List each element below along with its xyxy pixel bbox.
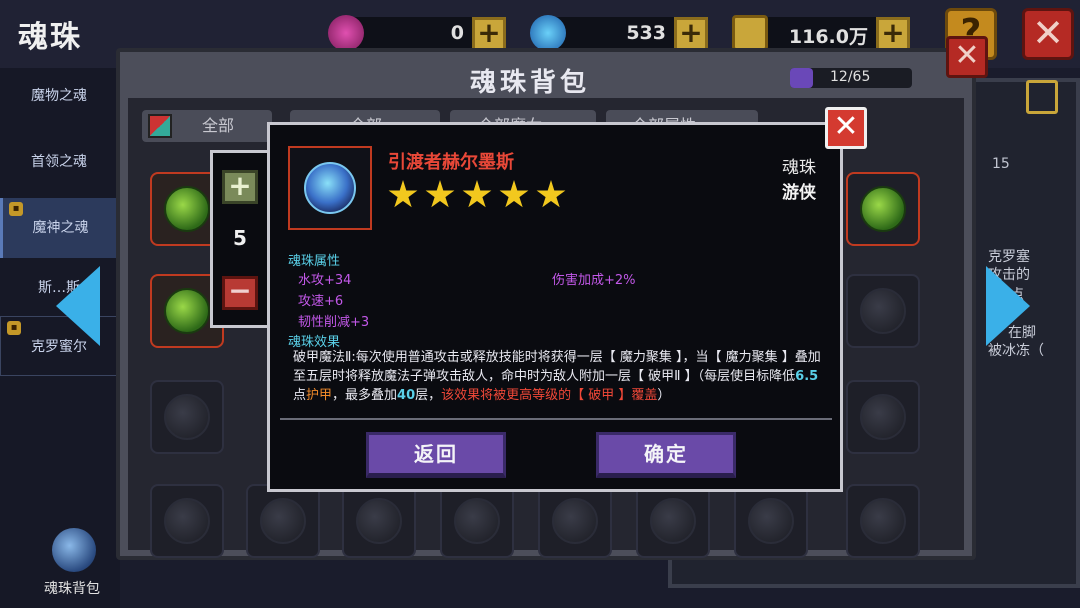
soul-slot[interactable]: [734, 484, 808, 558]
star-icon: [425, 180, 455, 208]
resource-pink-gem: 0 +: [328, 15, 506, 51]
soul-slot[interactable]: [150, 484, 224, 558]
add-blue-gem-button[interactable]: +: [674, 17, 708, 51]
item-icon-frame: [288, 146, 372, 230]
soul-slot[interactable]: [342, 484, 416, 558]
filter-label: 全部: [202, 116, 235, 135]
soul-slot[interactable]: [440, 484, 514, 558]
soul-slot[interactable]: [846, 484, 920, 558]
effect-value: 6.5: [795, 369, 819, 384]
soul-orb-icon: [748, 498, 794, 544]
divider: [280, 418, 832, 420]
confirm-button[interactable]: 确定: [596, 432, 736, 478]
resource-value: 533: [626, 22, 666, 44]
effect-text: ）: [657, 388, 671, 403]
soul-bag-label: 魂珠背包: [44, 581, 100, 597]
lock-icon: ▪: [7, 321, 21, 335]
prev-arrow-icon[interactable]: [56, 266, 100, 346]
filter-all[interactable]: 全部: [142, 110, 272, 142]
soul-orb-icon: [260, 498, 306, 544]
soul-orb-icon: [164, 394, 210, 440]
quantity-value: 5: [233, 226, 247, 250]
panel-number: 15: [992, 156, 1010, 172]
next-arrow-icon[interactable]: [986, 266, 1030, 346]
sidebar-item-boss-soul[interactable]: 首领之魂: [0, 132, 118, 192]
capacity-fill: [790, 68, 813, 88]
close-bag-button[interactable]: ✕: [946, 36, 988, 78]
soul-slot[interactable]: [538, 484, 612, 558]
soul-slot[interactable]: [636, 484, 710, 558]
capacity-text: 12/65: [830, 69, 871, 85]
resource-gold: 116.0万 +: [732, 15, 910, 51]
soul-slot[interactable]: [846, 274, 920, 348]
soul-orb-icon: [860, 498, 906, 544]
sidebar-item-label: 首领之魂: [31, 154, 87, 170]
soul-orb-icon: [164, 288, 210, 334]
battery-icon[interactable]: [1026, 80, 1058, 114]
soul-slot[interactable]: [846, 380, 920, 454]
add-pink-gem-button[interactable]: +: [472, 17, 506, 51]
page-title: 魂珠: [18, 20, 82, 55]
star-icon: [462, 180, 492, 208]
effect-text: ，最多叠加: [332, 388, 398, 403]
soul-slot[interactable]: [246, 484, 320, 558]
effect-value: 40: [397, 388, 416, 403]
soul-orb-icon: [454, 498, 500, 544]
panel-text-line: 克罗塞: [988, 249, 1030, 265]
star-rating: [388, 180, 573, 214]
attributes-heading: 魂珠属性: [288, 254, 341, 269]
effect-text: 层，: [415, 388, 442, 403]
sidebar-item-demon-soul[interactable]: ▪ 魔神之魂: [0, 198, 118, 258]
soul-orb-icon: [650, 498, 696, 544]
resource-value: 116.0万: [788, 26, 868, 48]
pink-gem-icon: [328, 15, 364, 51]
attribute-item: 韧性削减+3: [298, 315, 370, 330]
effect-warning: 该效果将被更高等级的【 破甲 】覆盖: [441, 388, 658, 403]
soul-bag-title: 魂珠背包: [470, 68, 591, 98]
attribute-item: 水攻+34: [298, 273, 352, 288]
add-gold-button[interactable]: +: [876, 17, 910, 51]
attribute-item: 攻速+6: [298, 294, 344, 309]
item-class: 游侠: [782, 183, 816, 203]
blue-gem-icon: [530, 15, 566, 51]
soul-bag-icon[interactable]: [52, 528, 96, 572]
item-type: 魂珠: [782, 158, 816, 178]
effect-keyword: 护甲: [306, 388, 333, 403]
resource-blue-gem: 533 +: [530, 15, 708, 51]
star-icon: [536, 180, 566, 208]
star-icon: [499, 180, 529, 208]
star-icon: [388, 180, 418, 208]
resource-value: 0: [450, 22, 464, 44]
gold-chest-icon: [732, 15, 768, 51]
decrease-quantity-button[interactable]: −: [222, 276, 258, 310]
back-button[interactable]: 返回: [366, 432, 506, 478]
soul-slot[interactable]: [150, 380, 224, 454]
close-page-button[interactable]: ✕: [1022, 8, 1074, 60]
attribute-item: 伤害加成+2%: [552, 273, 636, 288]
effect-text: 点: [293, 388, 307, 403]
increase-quantity-button[interactable]: +: [222, 170, 258, 204]
soul-orb-icon: [860, 186, 906, 232]
item-name: 引渡者赫尔墨斯: [388, 152, 514, 173]
sidebar-item-label: 魔物之魂: [31, 88, 87, 104]
capacity-bar: 12/65: [790, 68, 912, 88]
lock-icon: ▪: [9, 202, 23, 216]
soul-orb-icon: [552, 498, 598, 544]
soul-slot[interactable]: [846, 172, 920, 246]
filter-icon: [148, 114, 172, 138]
soul-orb-icon: [356, 498, 402, 544]
soul-orb-icon: [860, 394, 906, 440]
effect-description: 破甲魔法Ⅱ:每次使用普通攻击或释放技能时将获得一层【 魔力聚集 】，当【 魔力聚…: [293, 348, 828, 405]
sidebar-item-label: 魔神之魂: [32, 220, 89, 236]
close-modal-button[interactable]: ✕: [825, 107, 867, 149]
soul-orb-icon: [164, 186, 210, 232]
sidebar-item-monster-soul[interactable]: 魔物之魂: [0, 66, 118, 126]
effect-text: 破甲魔法Ⅱ:每次使用普通攻击或释放技能时将获得一层【 魔力聚集 】，当【 魔力聚…: [293, 350, 821, 384]
soul-orb-icon: [860, 288, 906, 334]
soul-orb-icon: [164, 498, 210, 544]
soul-orb-icon: [304, 162, 356, 214]
